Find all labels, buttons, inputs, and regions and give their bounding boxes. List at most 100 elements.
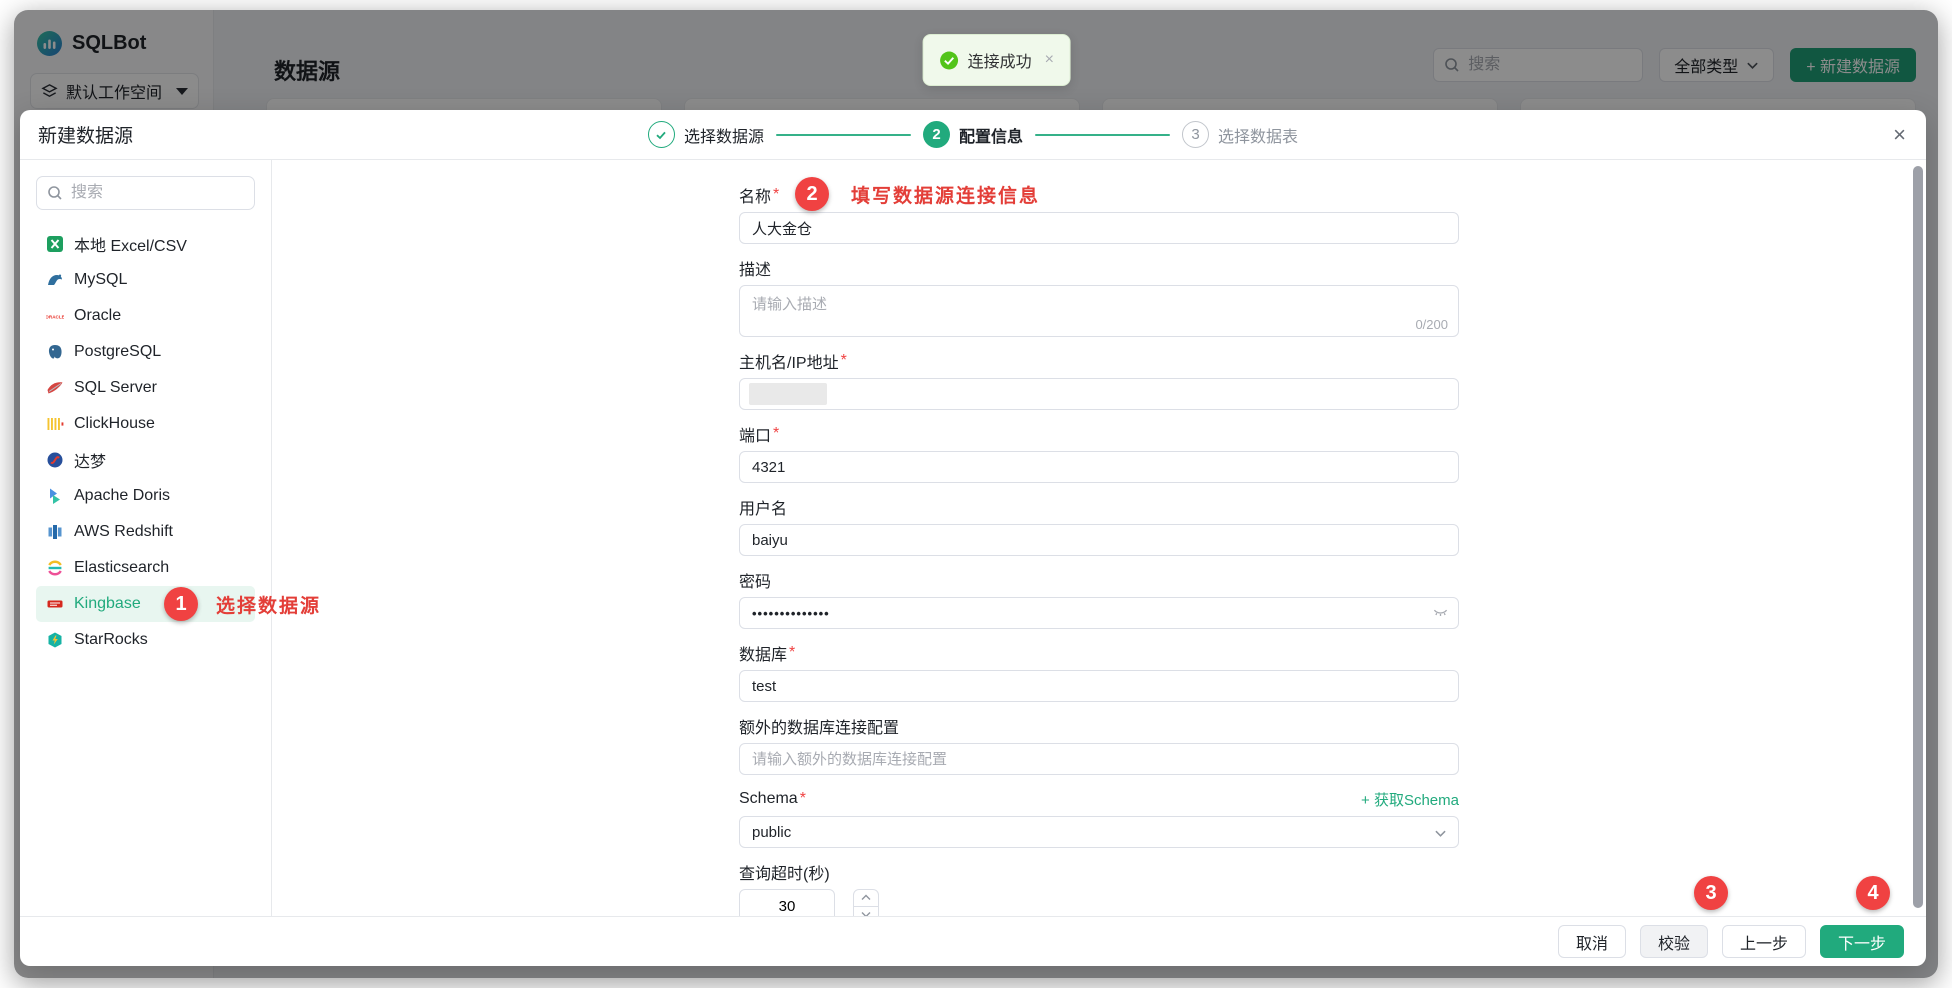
annotation-3: 3 [1694,876,1728,910]
field-username: 用户名 [739,496,1459,556]
database-label: 数据库 [739,641,787,665]
annotation-4: 4 [1856,876,1890,910]
annotation-2-badge: 2 [795,177,829,211]
db-type-excel-csv[interactable]: 本地 Excel/CSV [36,226,255,262]
toast-close-icon[interactable]: × [1045,51,1054,69]
host-input[interactable] [739,378,1459,410]
eye-closed-icon[interactable] [1433,606,1448,619]
wizard-steps: 选择数据源 2 配置信息 3 选择数据表 [648,121,1298,148]
schema-label: Schema [739,790,798,808]
elasticsearch-icon [46,559,64,577]
datasource-type-list: 本地 Excel/CSV MySQL ORACLE Oracle Postgre… [20,160,272,916]
close-icon[interactable]: × [1893,124,1906,146]
db-type-dameng[interactable]: 达梦 [36,442,255,478]
config-form-panel: 名称* 2 填写数据源连接信息 描述 请输入描述 0/200 [272,160,1926,916]
annotation-1-badge: 1 [164,587,198,621]
toast-message: 连接成功 [968,48,1032,72]
description-textarea[interactable]: 请输入描述 0/200 [739,285,1459,337]
search-icon [47,185,63,201]
description-label: 描述 [739,256,771,280]
db-type-apache-doris[interactable]: Apache Doris [36,478,255,514]
redacted-host-value [749,383,827,405]
timeout-stepper [853,889,879,916]
field-host: 主机名/IP地址* [739,350,1459,410]
name-input[interactable] [739,212,1459,244]
annotation-4-badge: 4 [1856,876,1890,910]
get-schema-link[interactable]: + 获取Schema [1361,789,1459,810]
success-check-icon [940,51,959,70]
required-mark: * [789,644,795,662]
field-port: 端口* [739,423,1459,483]
field-password: 密码 [739,569,1459,629]
stepper-down-button[interactable] [854,907,878,917]
db-type-starrocks[interactable]: StarRocks [36,622,255,658]
prev-step-button[interactable]: 上一步 [1722,925,1806,958]
kingbase-icon [46,595,64,613]
scrollbar-thumb[interactable] [1913,166,1923,908]
db-type-aws-redshift[interactable]: AWS Redshift [36,514,255,550]
clickhouse-icon [46,415,64,433]
db-type-clickhouse[interactable]: ClickHouse [36,406,255,442]
mysql-icon [46,271,64,289]
port-input[interactable] [739,451,1459,483]
db-type-oracle[interactable]: ORACLE Oracle [36,298,255,334]
step-select-datasource: 选择数据源 [648,121,764,148]
step-number-badge: 2 [923,121,950,148]
svg-text:ORACLE: ORACLE [46,314,64,319]
success-toast: 连接成功 × [923,34,1071,86]
dialog-header: 新建数据源 选择数据源 2 配置信息 3 选择数据表 [20,110,1926,160]
db-type-elasticsearch[interactable]: Elasticsearch [36,550,255,586]
step-connector [1035,134,1170,136]
annotation-2-text: 填写数据源连接信息 [851,181,1040,208]
password-label: 密码 [739,568,771,592]
app-window: SQLBot 默认工作空间 数据源 全部类型 + 新建数据源 [14,10,1938,978]
description-placeholder: 请输入描述 [752,293,1446,314]
db-type-postgresql[interactable]: PostgreSQL [36,334,255,370]
required-mark: * [841,352,847,370]
required-mark: * [773,186,779,204]
field-extra-config: 额外的数据库连接配置 [739,715,1459,775]
port-label: 端口 [739,422,771,446]
schema-selected-value: public [752,824,791,841]
cancel-button[interactable]: 取消 [1558,925,1626,958]
step-select-tables: 3 选择数据表 [1182,121,1298,148]
postgresql-icon [46,343,64,361]
annotation-3-badge: 3 [1694,876,1728,910]
char-counter: 0/200 [1415,317,1448,332]
validate-button[interactable]: 校验 [1640,925,1708,958]
timeout-label: 查询超时(秒) [739,860,830,884]
required-mark: * [800,790,806,808]
excel-icon [46,235,64,253]
step-done-check-icon [648,121,675,148]
schema-select[interactable]: public [739,816,1459,848]
database-input[interactable] [739,670,1459,702]
field-schema: Schema* + 获取Schema public [739,788,1459,848]
db-type-mysql[interactable]: MySQL [36,262,255,298]
extra-config-input[interactable] [739,743,1459,775]
field-query-timeout: 查询超时(秒) [739,861,1459,916]
step-connector [776,134,911,136]
db-type-kingbase[interactable]: Kingbase 1 选择数据源 [36,586,255,622]
annotation-2: 2 填写数据源连接信息 [795,177,1040,211]
name-label: 名称 [739,183,771,207]
password-input[interactable] [739,597,1459,629]
step-configure-info: 2 配置信息 [923,121,1023,148]
timeout-input[interactable] [739,889,835,916]
starrocks-icon [46,631,64,649]
host-label: 主机名/IP地址 [739,349,839,373]
type-search-field[interactable] [37,177,254,209]
next-step-button[interactable]: 下一步 [1820,925,1904,958]
type-search-input[interactable] [36,176,255,210]
username-input[interactable] [739,524,1459,556]
stepper-up-button[interactable] [854,890,878,907]
new-datasource-dialog: 新建数据源 选择数据源 2 配置信息 3 选择数据表 [20,110,1926,966]
doris-icon [46,487,64,505]
chevron-down-icon [1434,828,1447,839]
field-database: 数据库* [739,642,1459,702]
username-label: 用户名 [739,495,787,519]
db-type-sqlserver[interactable]: SQL Server [36,370,255,406]
field-description: 描述 请输入描述 0/200 [739,257,1459,337]
dialog-footer: 3 4 取消 校验 上一步 下一步 [20,916,1926,966]
field-name: 名称* 2 填写数据源连接信息 [739,184,1459,244]
oracle-icon: ORACLE [46,307,64,325]
